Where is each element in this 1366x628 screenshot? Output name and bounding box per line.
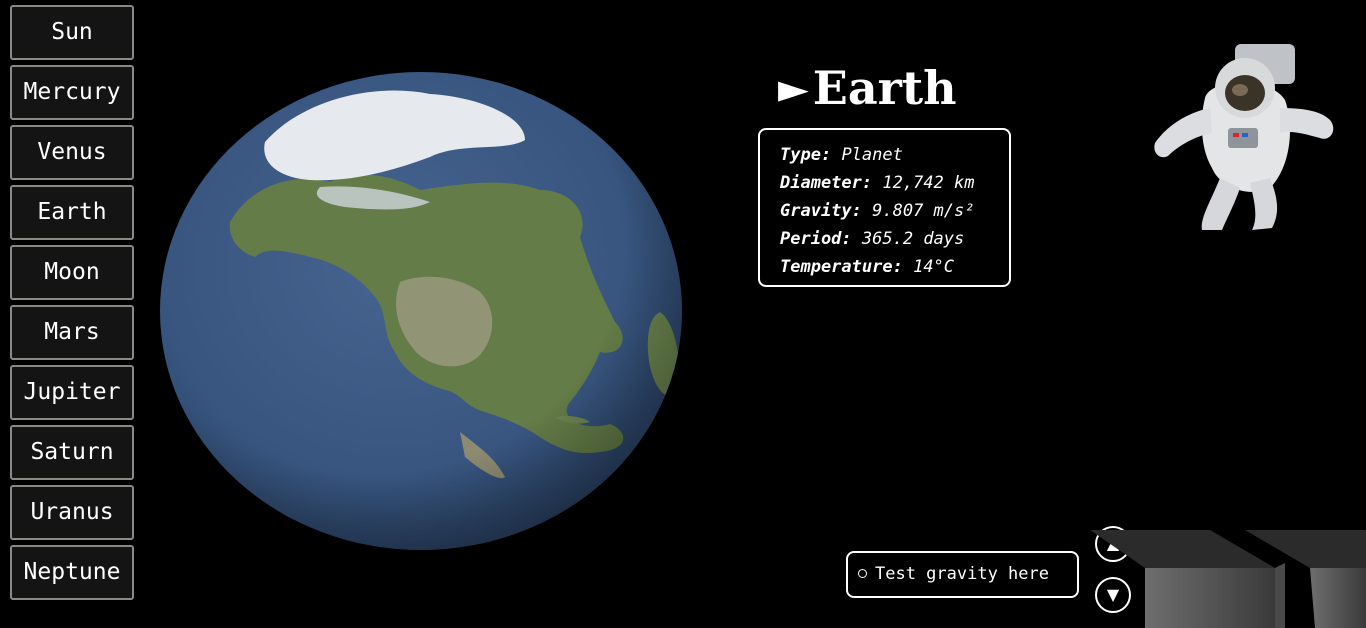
nav-button-moon[interactable]: Moon xyxy=(10,245,134,300)
info-key: Type: xyxy=(780,145,832,165)
info-value: 365.2 days xyxy=(861,229,965,249)
info-row-type: Type: Planet xyxy=(780,141,1009,169)
info-row-temperature: Temperature: 14°C xyxy=(780,253,1009,281)
astronaut-figure[interactable] xyxy=(1140,38,1340,233)
info-row-period: Period: 365.2 days xyxy=(780,225,1009,253)
body-nav-sidebar: Sun Mercury Venus Earth Moon Mars Jupite… xyxy=(10,5,134,605)
gravity-blocks xyxy=(1085,528,1366,628)
nav-button-earth[interactable]: Earth xyxy=(10,185,134,240)
gravity-blocks-graphic xyxy=(1090,530,1366,628)
nav-button-mars[interactable]: Mars xyxy=(10,305,134,360)
info-key: Diameter: xyxy=(780,173,873,193)
nav-button-saturn[interactable]: Saturn xyxy=(10,425,134,480)
info-row-gravity: Gravity: 9.807 m/s² xyxy=(780,197,1009,225)
info-value: 14°C xyxy=(913,257,955,277)
planet-view[interactable] xyxy=(160,72,682,551)
info-value: 9.807 m/s² xyxy=(872,201,975,221)
earth-globe-icon[interactable] xyxy=(160,72,682,551)
nav-button-venus[interactable]: Venus xyxy=(10,125,134,180)
body-name: Earth xyxy=(812,61,957,115)
body-info-panel: Type: Planet Diameter: 12,742 km Gravity… xyxy=(758,128,1011,287)
test-gravity-label: Test gravity here xyxy=(875,564,1049,584)
info-value: 12,742 km xyxy=(882,173,975,193)
nav-button-sun[interactable]: Sun xyxy=(10,5,134,60)
astronaut-icon[interactable] xyxy=(1140,38,1340,233)
info-value: Planet xyxy=(841,145,903,165)
nav-button-jupiter[interactable]: Jupiter xyxy=(10,365,134,420)
test-gravity-button[interactable]: Test gravity here xyxy=(846,551,1079,598)
nav-button-uranus[interactable]: Uranus xyxy=(10,485,134,540)
info-key: Period: xyxy=(780,229,852,249)
play-arrow-icon: ► xyxy=(778,65,809,112)
nav-button-neptune[interactable]: Neptune xyxy=(10,545,134,600)
page-title: ►Earth xyxy=(778,60,957,117)
info-key: Temperature: xyxy=(780,257,903,277)
info-key: Gravity: xyxy=(780,201,862,221)
nav-button-mercury[interactable]: Mercury xyxy=(10,65,134,120)
info-row-diameter: Diameter: 12,742 km xyxy=(780,169,1009,197)
radio-circle-icon[interactable] xyxy=(858,569,867,578)
